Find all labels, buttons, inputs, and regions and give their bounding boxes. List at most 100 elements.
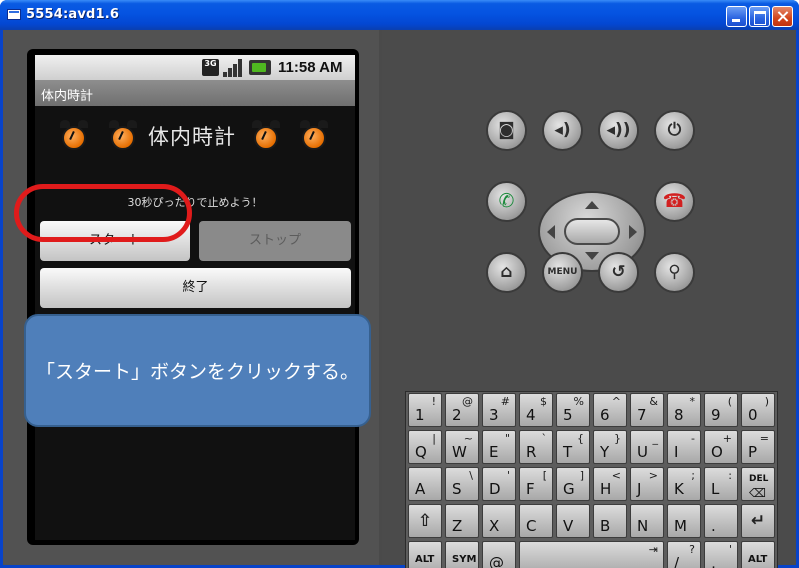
key-sub-label: ] — [579, 469, 584, 482]
phone-screen[interactable]: 3G 11:58 AM 体内時計 体内時計 30秒ぴったりで止めよう！ スタート… — [35, 55, 355, 540]
key-main-label: Z — [452, 517, 463, 535]
key-row4-4[interactable]: V — [556, 504, 590, 538]
window-title: 5554:avd1.6 — [26, 7, 120, 22]
volume-up-button[interactable]: ◂)) — [598, 110, 639, 151]
key-main-label: ALT — [415, 554, 435, 565]
key-main-label: 4 — [526, 406, 536, 424]
key-row2-1[interactable]: W ~ — [445, 430, 479, 464]
key-sub-label: > — [648, 469, 658, 482]
home-button[interactable]: ⌂ — [486, 252, 527, 293]
key-row2-5[interactable]: Y} — [593, 430, 627, 464]
key-row3-3[interactable]: F[ — [519, 467, 553, 501]
delete-key[interactable]: DEL ⌫ — [741, 467, 775, 501]
camera-button[interactable]: ◙ — [486, 110, 527, 151]
key-main-label: L — [711, 480, 720, 498]
volume-down-button[interactable]: ◂) — [542, 110, 583, 151]
camera-icon: ◙ — [498, 120, 515, 140]
key-sub-label: \ — [469, 469, 473, 482]
key-sub-label: $ — [540, 395, 547, 408]
key-row1-9[interactable]: 0) — [741, 393, 775, 427]
sym-key[interactable]: SYM — [445, 541, 479, 568]
key-sub-label: ! — [431, 395, 436, 408]
comma-key[interactable]: , ' — [704, 541, 738, 568]
key-sub-label: ; — [691, 469, 695, 482]
key-sub-label: ` — [541, 432, 548, 445]
key-row1-0[interactable]: 1! — [408, 393, 442, 427]
key-main-label: D — [489, 480, 501, 498]
key-row3-5[interactable]: H < — [593, 467, 627, 501]
key-sub-label: " — [504, 432, 510, 445]
key-row2-3[interactable]: R ` — [519, 430, 553, 464]
key-main-label: M — [674, 517, 687, 535]
key-sub-label: ( — [727, 395, 732, 408]
key-sub-label: - — [691, 432, 695, 445]
key-row4-5[interactable]: B — [593, 504, 627, 538]
key-row3-1[interactable]: S \ — [445, 467, 479, 501]
key-row2-2[interactable]: E " — [482, 430, 516, 464]
dpad-up-icon[interactable] — [585, 201, 599, 209]
power-button[interactable]: ⏻ — [654, 110, 695, 151]
key-sub-label: @ — [462, 395, 473, 408]
end-button[interactable]: 終了 — [40, 268, 351, 308]
key-main-label: P — [748, 443, 758, 461]
key-row2-9[interactable]: P = — [741, 430, 775, 464]
key-row3-2[interactable]: D ' — [482, 467, 516, 501]
key-row4-2[interactable]: X — [482, 504, 516, 538]
key-row1-3[interactable]: 4 $ — [519, 393, 553, 427]
menu-button[interactable]: MENU — [542, 252, 583, 293]
key-main-label: S — [452, 480, 462, 498]
key-row1-4[interactable]: 5% — [556, 393, 590, 427]
key-row1-6[interactable]: 7 & — [630, 393, 664, 427]
minimize-button[interactable] — [726, 6, 747, 27]
key-row1-8[interactable]: 9( — [704, 393, 738, 427]
key-row1-2[interactable]: 3 # — [482, 393, 516, 427]
stop-button[interactable]: ストップ — [199, 221, 351, 261]
header-title: 体内時計 — [148, 125, 236, 149]
key-sub-label: ~ — [463, 432, 473, 445]
slash-key[interactable]: /? — [667, 541, 701, 568]
key-sub-label: = — [759, 432, 769, 445]
key-row2-0[interactable]: Q | — [408, 430, 442, 464]
key-main-label: @ — [489, 554, 504, 568]
key-row3-6[interactable]: J > — [630, 467, 664, 501]
power-icon: ⏻ — [667, 120, 682, 140]
key-row2-7[interactable]: I- — [667, 430, 701, 464]
key-row2-4[interactable]: T{ — [556, 430, 590, 464]
key-row3-8[interactable]: L: — [704, 467, 738, 501]
dpad-left-icon[interactable] — [547, 225, 555, 239]
back-button[interactable]: ↺ — [598, 252, 639, 293]
alt-left-key[interactable]: ALT — [408, 541, 442, 568]
space-key[interactable]: ⎵ ⇥ — [519, 541, 664, 568]
shift-key[interactable]: ⇧ — [408, 504, 442, 538]
window-titlebar[interactable]: 5554:avd1.6 — [0, 0, 799, 30]
emulator-body: 3G 11:58 AM 体内時計 体内時計 30秒ぴったりで止めよう！ スタート… — [3, 30, 796, 568]
enter-key[interactable]: ↵ — [741, 504, 775, 538]
call-button[interactable]: ✆ — [486, 181, 527, 222]
end-call-button[interactable]: ☎ — [654, 181, 695, 222]
key-row1-5[interactable]: 6 ^ — [593, 393, 627, 427]
key-row1-7[interactable]: 8 * — [667, 393, 701, 427]
key-row3-4[interactable]: G] — [556, 467, 590, 501]
highlight-circle — [14, 184, 192, 242]
dpad-center-button[interactable] — [564, 218, 620, 245]
key-row3-0[interactable]: A — [408, 467, 442, 501]
key-sub-label: # — [500, 395, 510, 408]
at-key[interactable]: @ — [482, 541, 516, 568]
key-main-label: . — [711, 517, 716, 535]
maximize-button[interactable] — [749, 6, 770, 27]
key-row4-6[interactable]: N — [630, 504, 664, 538]
key-row1-1[interactable]: 2 @ — [445, 393, 479, 427]
key-row2-8[interactable]: O + — [704, 430, 738, 464]
key-row4-8[interactable]: . — [704, 504, 738, 538]
key-row3-7[interactable]: K; — [667, 467, 701, 501]
key-row4-3[interactable]: C — [519, 504, 553, 538]
key-row4-7[interactable]: M — [667, 504, 701, 538]
key-row4-1[interactable]: Z — [445, 504, 479, 538]
alt-right-key[interactable]: ALT — [741, 541, 775, 568]
dpad-down-icon[interactable] — [585, 252, 599, 260]
key-row2-6[interactable]: U _ — [630, 430, 664, 464]
close-button[interactable] — [772, 6, 793, 27]
search-button[interactable]: ⚲ — [654, 252, 695, 293]
emulator-window: 5554:avd1.6 3G 11:58 AM 体内時計 体内時計 30秒ぴった… — [0, 0, 799, 568]
dpad-right-icon[interactable] — [629, 225, 637, 239]
